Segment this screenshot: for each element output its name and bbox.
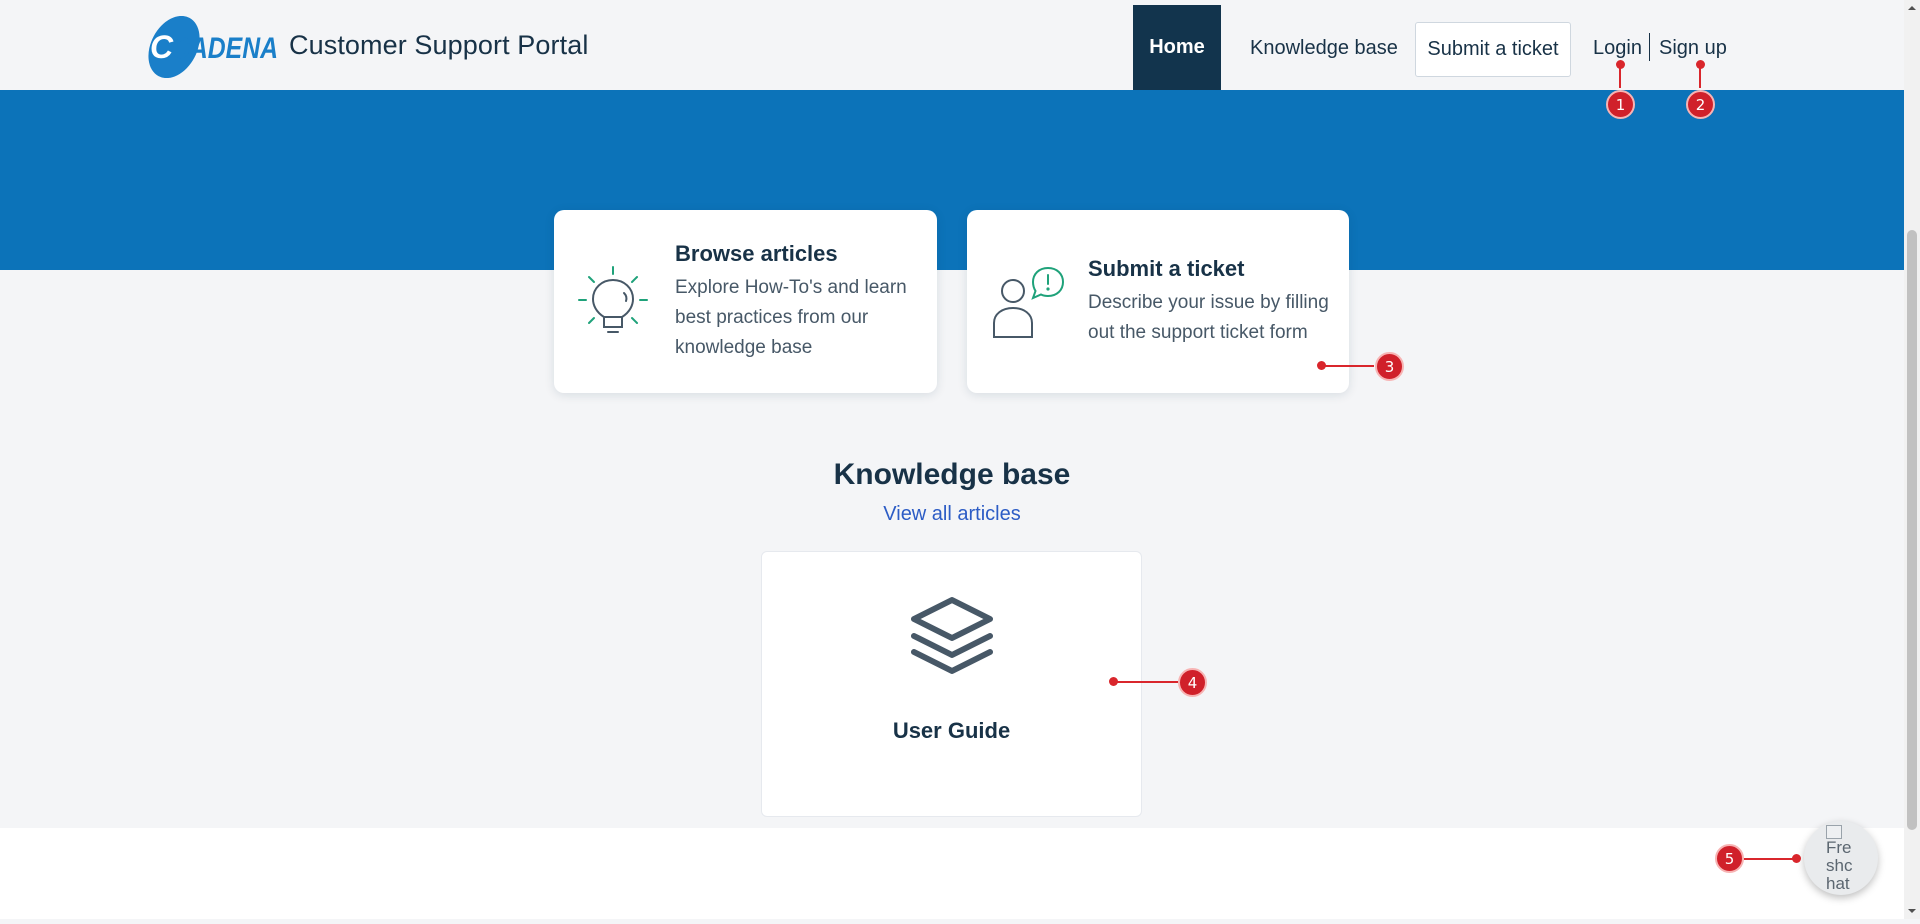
scroll-down-arrow-icon[interactable]	[1904, 903, 1920, 919]
chat-launcher-button[interactable]: Freshchat logo	[1804, 821, 1878, 895]
kb-category-title: User Guide	[892, 718, 1011, 743]
scroll-up-arrow-icon[interactable]	[1904, 0, 1920, 16]
nav-home[interactable]: Home	[1133, 5, 1221, 90]
vertical-scrollbar[interactable]	[1904, 0, 1920, 919]
browse-articles-description: Explore How-To's and learn best practice…	[675, 277, 907, 358]
nav-knowledge-base[interactable]: Knowledge base	[1250, 37, 1398, 60]
svg-text:C: C	[150, 29, 174, 65]
nav-login[interactable]: Login	[1593, 37, 1642, 60]
layers-icon	[910, 592, 994, 681]
kb-category-card-user-guide[interactable]: User Guide	[761, 551, 1142, 817]
nav-signup[interactable]: Sign up	[1659, 37, 1727, 60]
footer-area	[0, 828, 1904, 919]
knowledge-base-heading: Knowledge base	[833, 458, 1071, 491]
broken-image-icon	[1826, 825, 1842, 839]
submit-ticket-card[interactable]: Submit a ticket Describe your issue by f…	[967, 210, 1349, 393]
lightbulb-icon	[578, 265, 648, 344]
logo-text: CADENA	[172, 32, 278, 65]
browse-articles-card[interactable]: Browse articles Explore How-To's and lea…	[554, 210, 937, 393]
nav-separator	[1649, 33, 1650, 61]
submit-ticket-description: Describe your issue by filling out the s…	[1088, 292, 1329, 343]
scrollbar-thumb[interactable]	[1907, 230, 1917, 830]
submit-ticket-title: Submit a ticket	[1088, 256, 1245, 281]
portal-title: Customer Support Portal	[289, 30, 589, 60]
view-all-articles-link[interactable]: View all articles	[0, 503, 1904, 526]
person-alert-icon	[991, 265, 1065, 344]
cadena-logo[interactable]: C CADENA	[140, 15, 282, 79]
browse-articles-title: Browse articles	[675, 241, 838, 266]
chat-logo-alt-text: Freshchat logo	[1826, 838, 1853, 896]
nav-submit-ticket-button[interactable]: Submit a ticket	[1415, 22, 1571, 77]
page: C CADENA Customer Support Portal Home Kn…	[0, 0, 1904, 919]
